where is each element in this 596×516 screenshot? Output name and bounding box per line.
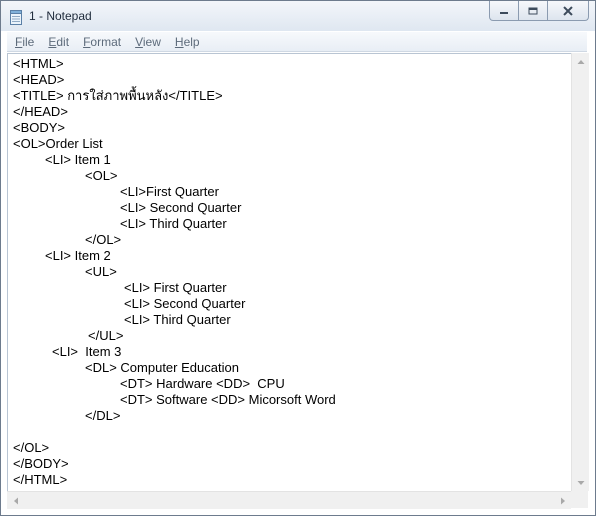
text-line: </HTML> <box>13 472 68 487</box>
menu-edit[interactable]: Edit <box>42 35 75 49</box>
window-controls <box>489 1 589 21</box>
menu-file[interactable]: File <box>9 35 40 49</box>
text-line: <DT> Hardware <DD> CPU <box>120 376 285 391</box>
scroll-up-arrow-icon[interactable] <box>572 53 589 70</box>
minimize-button[interactable] <box>489 1 519 21</box>
scroll-left-arrow-icon[interactable] <box>7 492 24 509</box>
text-line: <LI> Item 3 <box>52 344 122 359</box>
text-line: </OL> <box>13 440 50 455</box>
horizontal-scrollbar[interactable] <box>7 491 571 509</box>
text-line: <OL> <box>85 168 118 183</box>
scroll-down-arrow-icon[interactable] <box>572 474 589 491</box>
text-line: </HEAD> <box>13 104 68 119</box>
maximize-button[interactable] <box>519 1 548 21</box>
menu-bar: File Edit Format View Help <box>7 32 587 52</box>
text-line: <DT> Software <DD> Micorsoft Word <box>120 392 336 407</box>
window-title: 1 - Notepad <box>29 9 92 23</box>
text-line: <HEAD> <box>13 72 65 87</box>
menu-view[interactable]: View <box>129 35 167 49</box>
text-line: <DL> Computer Education <box>85 360 239 375</box>
text-line: <LI> Item 1 <box>45 152 111 167</box>
text-line: <LI> Third Quarter <box>124 312 231 327</box>
text-line: </DL> <box>85 408 121 423</box>
menu-format[interactable]: Format <box>77 35 127 49</box>
scroll-right-arrow-icon[interactable] <box>554 492 571 509</box>
text-line: </UL> <box>88 328 124 343</box>
text-editor[interactable]: <HTML> <HEAD> <TITLE> การใส่ภาพพื้นหลัง<… <box>7 53 572 492</box>
menu-help[interactable]: Help <box>169 35 206 49</box>
text-line: <LI> First Quarter <box>124 280 227 295</box>
text-line: <OL>Order List <box>13 136 103 151</box>
text-line: <TITLE> การใส่ภาพพื้นหลัง</TITLE> <box>13 88 223 103</box>
text-line: <BODY> <box>13 120 66 135</box>
text-line: <LI> Item 2 <box>45 248 111 263</box>
text-line: <LI> Third Quarter <box>120 216 227 231</box>
resize-grip-icon[interactable] <box>571 491 588 508</box>
text-line: <LI> Second Quarter <box>124 296 246 311</box>
text-line: <UL> <box>85 264 117 279</box>
text-line: </BODY> <box>13 456 69 471</box>
text-line: </OL> <box>85 232 122 247</box>
notepad-window: 1 - Notepad File Edit Format View Help <… <box>0 0 596 516</box>
text-line: <LI> Second Quarter <box>120 200 242 215</box>
vertical-scrollbar[interactable] <box>571 53 589 491</box>
text-line: <LI>First Quarter <box>120 184 219 199</box>
title-bar[interactable]: 1 - Notepad <box>1 1 595 31</box>
close-button[interactable] <box>548 1 589 21</box>
notepad-app-icon[interactable] <box>9 8 23 25</box>
text-line: <HTML> <box>13 56 64 71</box>
